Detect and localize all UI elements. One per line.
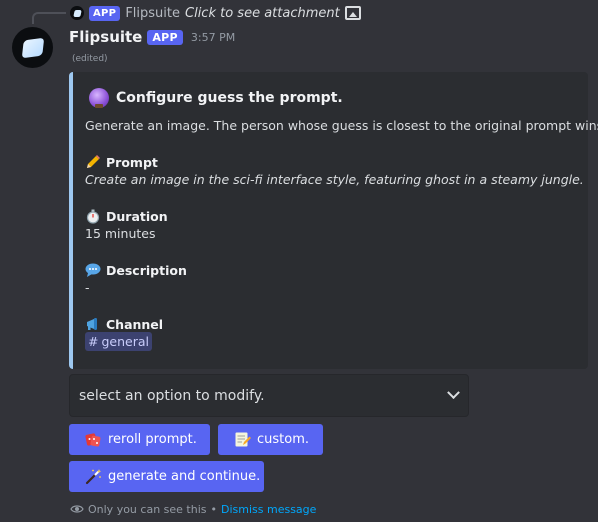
pencil-icon — [85, 154, 101, 170]
field-prompt-value: Create an image in the sci-fi interface … — [85, 172, 584, 187]
field-description-name: Description — [85, 262, 187, 278]
field-duration-name: Duration — [85, 208, 168, 224]
crystal-ball-icon — [89, 88, 109, 108]
ephemeral-notice: Only you can see this • Dismiss message — [70, 502, 316, 516]
option-select[interactable]: select an option to modify. — [69, 374, 469, 417]
magic-wand-icon — [85, 468, 102, 485]
avatar[interactable] — [12, 27, 53, 68]
reply-preview[interactable]: APP Flipsuite Click to see attachment — [70, 4, 361, 22]
hash-icon: # — [88, 334, 99, 349]
reroll-prompt-button[interactable]: reroll prompt. — [69, 424, 210, 455]
embed-description: Generate an image. The person whose gues… — [85, 118, 598, 133]
custom-button[interactable]: custom. — [218, 424, 323, 455]
channel-mention[interactable]: # general — [85, 332, 152, 351]
speech-balloon-icon — [85, 262, 101, 278]
generate-and-continue-button[interactable]: generate and continue. — [69, 461, 264, 492]
field-prompt-name: Prompt — [85, 154, 158, 170]
dice-icon — [85, 431, 102, 448]
reply-connector — [32, 12, 66, 24]
field-duration-value: 15 minutes — [85, 226, 156, 241]
image-icon — [344, 6, 361, 20]
select-placeholder: select an option to modify. — [79, 387, 265, 404]
footer-separator: • — [210, 502, 218, 516]
megaphone-icon — [85, 316, 101, 332]
reply-app-tag: APP — [89, 5, 121, 21]
embed-title-row: Configure guess the prompt. — [89, 88, 343, 108]
reply-avatar — [70, 6, 84, 20]
app-tag: APP — [147, 29, 183, 45]
memo-icon — [234, 431, 251, 448]
field-description-value: - — [85, 280, 90, 295]
edited-label: (edited) — [72, 54, 108, 64]
embed: Configure guess the prompt. Generate an … — [69, 72, 598, 369]
chevron-down-icon — [447, 386, 460, 400]
reply-author-name[interactable]: Flipsuite — [125, 6, 180, 21]
stopwatch-icon — [85, 208, 101, 224]
dismiss-message-link[interactable]: Dismiss message — [221, 503, 316, 516]
ephemeral-text: Only you can see this — [88, 502, 207, 516]
username[interactable]: Flipsuite — [69, 28, 142, 46]
timestamp[interactable]: 3:57 PM — [191, 31, 235, 44]
reply-content[interactable]: Click to see attachment — [185, 6, 340, 21]
eye-icon — [70, 502, 84, 516]
embed-title: Configure guess the prompt. — [116, 90, 343, 106]
message-header: Flipsuite APP 3:57 PM — [69, 27, 235, 47]
field-channel-name: Channel — [85, 316, 163, 332]
